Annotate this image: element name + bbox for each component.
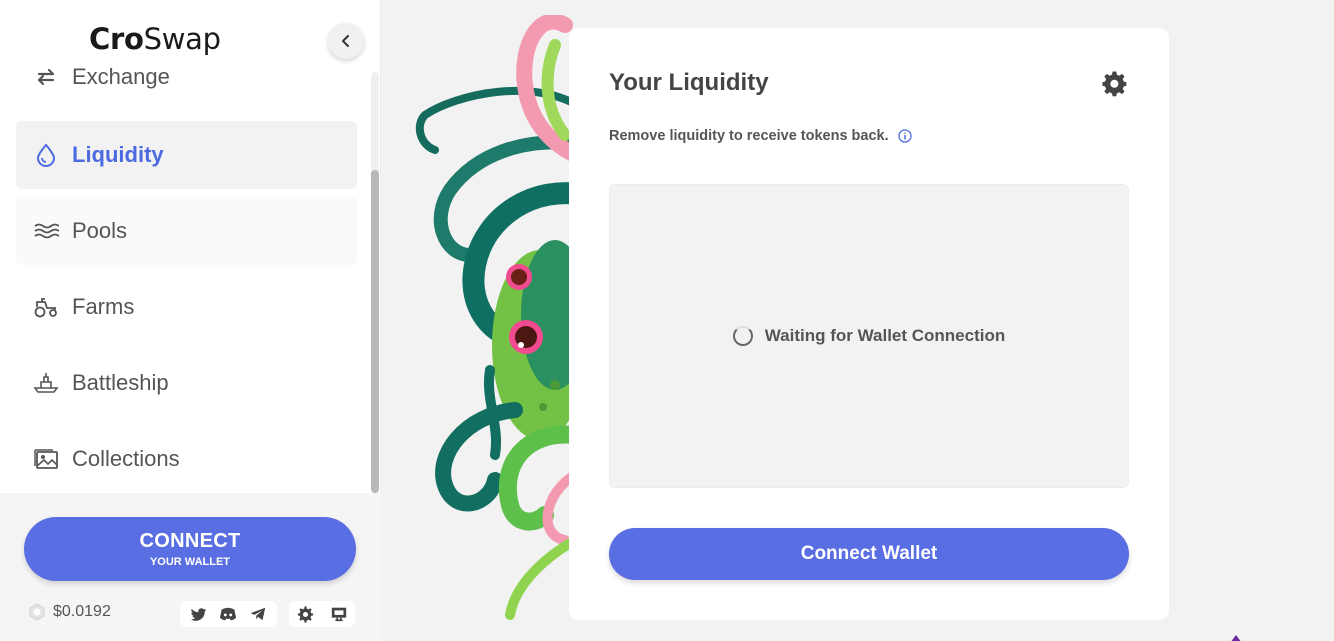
- card-subtitle: Remove liquidity to receive tokens back.: [609, 128, 912, 144]
- ship-icon: [32, 369, 60, 397]
- sidebar-item-label: Exchange: [72, 64, 170, 89]
- waiting-status: Waiting for Wallet Connection: [732, 326, 1005, 346]
- sidebar-item-label: Battleship: [72, 370, 169, 395]
- sidebar-item-exchange[interactable]: Exchange: [16, 44, 357, 111]
- sidebar-item-label: Farms: [72, 294, 135, 319]
- tractor-icon: [32, 293, 60, 321]
- drop-icon: [32, 141, 60, 169]
- connect-wallet-sidebar-button[interactable]: CONNECT YOUR WALLET: [24, 517, 356, 581]
- gear-icon[interactable]: [296, 604, 316, 624]
- twitter-icon[interactable]: [189, 604, 209, 624]
- sidebar-item-label: Collections: [72, 446, 180, 471]
- token-coin-icon: [29, 603, 45, 621]
- social-links: [180, 601, 277, 627]
- gear-icon[interactable]: [1102, 71, 1128, 97]
- sidebar-nav: Exchange Liquidity Pools Farms Battleshi…: [16, 44, 357, 493]
- connect-wallet-button[interactable]: Connect Wallet: [609, 528, 1129, 580]
- sidebar-footer: CONNECT YOUR WALLET $0.0192: [0, 493, 381, 641]
- sidebar-item-liquidity[interactable]: Liquidity: [16, 121, 357, 189]
- gallery-icon: [32, 445, 60, 473]
- corner-logo-icon: [1231, 635, 1241, 641]
- sidebar: CroSwap Exchange Liquidity Pools Farms B…: [0, 0, 381, 641]
- sidebar-item-farms[interactable]: Farms: [16, 273, 357, 341]
- telegram-icon[interactable]: [248, 604, 268, 624]
- exchange-icon: [32, 63, 60, 91]
- sidebar-item-collections[interactable]: Collections: [16, 425, 357, 493]
- discord-icon[interactable]: [218, 604, 238, 624]
- scrollbar-thumb[interactable]: [371, 170, 379, 493]
- info-icon[interactable]: [897, 129, 912, 143]
- liquidity-panel: Waiting for Wallet Connection: [609, 184, 1129, 488]
- spinner-icon: [732, 326, 753, 346]
- sidebar-item-label: Liquidity: [72, 142, 164, 167]
- octopus-illustration: [415, 15, 585, 620]
- sidebar-item-label: Pools: [72, 218, 128, 243]
- token-price: $0.0192: [28, 603, 111, 621]
- monitor-icon[interactable]: [329, 604, 349, 624]
- waves-icon: [32, 217, 60, 245]
- sidebar-item-pools[interactable]: Pools: [16, 197, 357, 265]
- liquidity-card: Your Liquidity Remove liquidity to recei…: [569, 28, 1169, 620]
- sidebar-item-battleship[interactable]: Battleship: [16, 349, 357, 417]
- sidebar-scrollbar[interactable]: [371, 72, 379, 493]
- page-title: Your Liquidity: [609, 69, 769, 96]
- footer-settings: [289, 601, 355, 627]
